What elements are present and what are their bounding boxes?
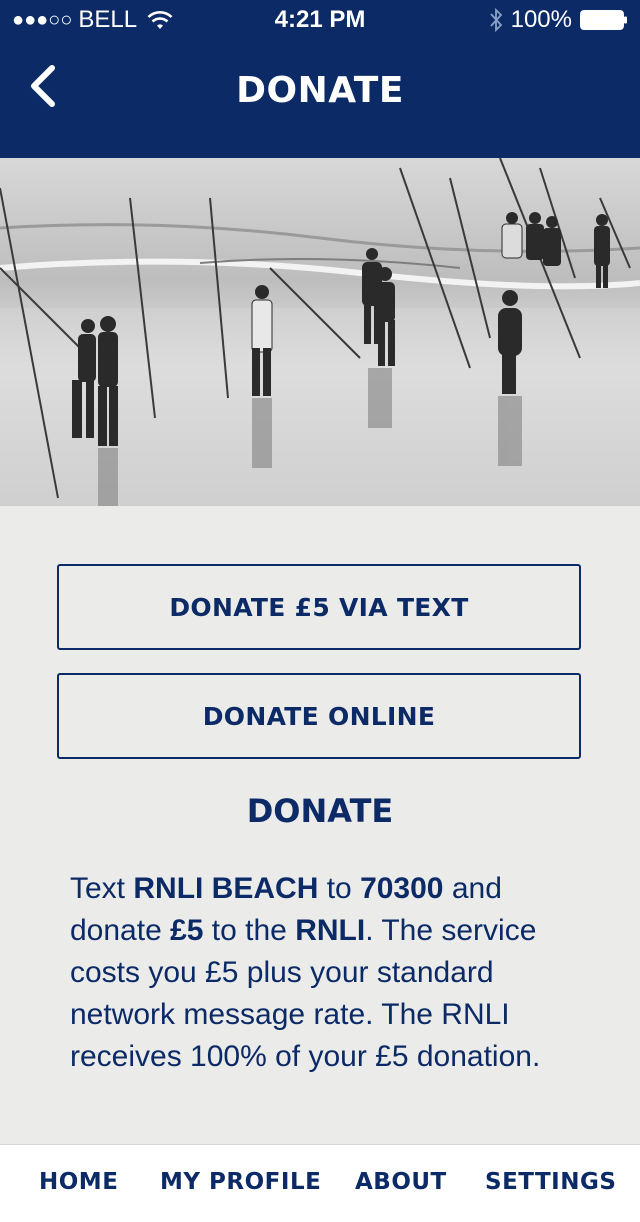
body-text-part: to [318, 872, 361, 905]
status-right: 100% [489, 6, 628, 34]
tab-bar: HOME MY PROFILE ABOUT SETTINGS [0, 1144, 640, 1222]
body-text-part: to the [203, 914, 296, 947]
donate-via-text-button[interactable]: DONATE £5 VIA TEXT [57, 564, 581, 650]
bluetooth-icon [489, 7, 503, 33]
status-bar: ●●●○○ BELL 4:21 PM 100% [0, 0, 640, 40]
shortcode-text: 70300 [360, 872, 444, 905]
keyword-text: RNLI BEACH [133, 872, 319, 905]
tab-home[interactable]: HOME [39, 1169, 118, 1195]
battery-percent: 100% [510, 6, 572, 33]
tab-my-profile[interactable]: MY PROFILE [160, 1169, 321, 1195]
donate-instructions: Text RNLI BEACH to 70300 and donate £5 t… [70, 868, 580, 1078]
tab-about[interactable]: ABOUT [355, 1169, 447, 1195]
tab-settings[interactable]: SETTINGS [485, 1169, 616, 1195]
amount-text: £5 [170, 914, 204, 947]
battery-icon [580, 9, 628, 31]
charity-name-text: RNLI [295, 914, 366, 947]
donate-online-button[interactable]: DONATE ONLINE [57, 673, 581, 759]
body-text-part: Text [70, 872, 134, 905]
header: ●●●○○ BELL 4:21 PM 100% DONATE [0, 0, 640, 158]
section-heading: DONATE [246, 792, 394, 830]
page-title: DONATE [236, 70, 404, 111]
hero-image [0, 158, 640, 506]
